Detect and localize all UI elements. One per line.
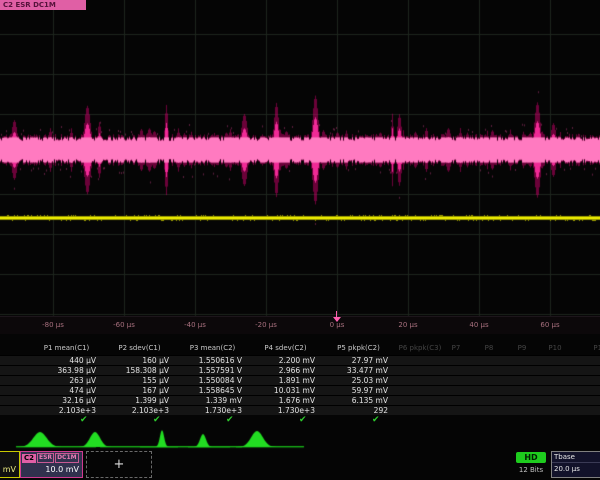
hd-bits-label: 12 Bits bbox=[512, 466, 550, 474]
c2-trace-label[interactable]: C2 ESR DC1M bbox=[0, 0, 86, 10]
measure-row: 363.98 µV158.308 µV1.557591 V2.966 mV33.… bbox=[0, 365, 600, 375]
add-channel-button[interactable]: + bbox=[86, 451, 152, 478]
timebase-descriptor[interactable]: Tbase 20.0 µs bbox=[551, 451, 600, 478]
c2-coupling-badge: DC1M bbox=[55, 453, 79, 463]
axis-tick-label: 20 µs bbox=[398, 321, 417, 329]
measure-column-header-dim[interactable]: P6 pkpk(C3) bbox=[399, 344, 442, 352]
measure-value: 292 bbox=[322, 406, 388, 416]
measure-column-header[interactable]: P4 sdev(C2) bbox=[249, 344, 322, 353]
timebase-title: Tbase bbox=[552, 452, 600, 463]
c2-channel-badge: C2 bbox=[22, 454, 36, 463]
status-check-icon: ✔ bbox=[153, 415, 161, 425]
axis-tick-label: -60 µs bbox=[113, 321, 135, 329]
axis-tick-label: -40 µs bbox=[184, 321, 206, 329]
measure-column-header-dim[interactable]: P10 bbox=[548, 344, 561, 352]
measure-row: 440 µV160 µV1.550616 V2.200 mV27.97 mV bbox=[0, 355, 600, 365]
measure-column-header[interactable]: P1 mean(C1) bbox=[30, 344, 103, 353]
c2-esr-badge: ESR bbox=[37, 453, 54, 463]
axis-tick-label: -80 µs bbox=[42, 321, 64, 329]
measure-row: 2.103e+3 2.103e+3 1.730e+3 1.730e+3 292 bbox=[0, 405, 600, 415]
measure-value: 1.730e+3 bbox=[249, 406, 315, 416]
axis-tick-label: 40 µs bbox=[469, 321, 488, 329]
measure-column-header[interactable]: P3 mean(C2) bbox=[176, 344, 249, 353]
measure-table: ✔✔✔✔✔ P1 mean(C1)P2 sdev(C1)P3 mean(C2)P… bbox=[0, 342, 600, 428]
measure-row: 263 µV155 µV1.550084 V1.891 mV25.03 mV bbox=[0, 375, 600, 385]
measure-column-header-dim[interactable]: P9 bbox=[518, 344, 527, 352]
measure-column-header-dim[interactable]: P11 bbox=[593, 344, 600, 352]
measure-value: 2.103e+3 bbox=[103, 406, 169, 416]
status-check-icon: ✔ bbox=[80, 415, 88, 425]
plus-icon: + bbox=[114, 457, 125, 472]
measure-column-header[interactable]: P5 pkpk(C2) bbox=[322, 344, 395, 353]
c2-scale-value: 10.0 mV bbox=[21, 463, 82, 474]
measure-column-header-dim[interactable]: P8 bbox=[485, 344, 494, 352]
c1-scale-value: 10.0 mV bbox=[0, 463, 19, 474]
axis-tick-label: -20 µs bbox=[255, 321, 277, 329]
status-check-icon: ✔ bbox=[299, 415, 307, 425]
axis-tick-label: 60 µs bbox=[540, 321, 559, 329]
c1-descriptor[interactable]: C1 DC1M 10.0 mV bbox=[0, 451, 20, 478]
measure-row: 32.16 µV1.399 µV1.339 mV1.676 mV6.135 mV bbox=[0, 395, 600, 405]
measure-value: 1.730e+3 bbox=[176, 406, 242, 416]
hd-mode-badge[interactable]: HD bbox=[516, 452, 546, 463]
measure-column-header-dim[interactable]: P7 bbox=[452, 344, 461, 352]
status-check-icon: ✔ bbox=[372, 415, 380, 425]
axis-tick-label: 0 µs bbox=[330, 321, 345, 329]
measure-column-header[interactable]: P2 sdev(C1) bbox=[103, 344, 176, 353]
trigger-down-arrow-icon bbox=[333, 317, 341, 322]
measure-row: 474 µV167 µV1.558645 V10.031 mV59.97 mV bbox=[0, 385, 600, 395]
measure-status-row: ✔ ✔ ✔ ✔ ✔ bbox=[0, 415, 600, 427]
c2-descriptor[interactable]: C2 ESR DC1M 10.0 mV bbox=[20, 451, 83, 478]
oscilloscope-screen: C2 ESR DC1M -100 µs-80 µs-60 µs-40 µs-20… bbox=[0, 0, 600, 480]
time-axis: -100 µs-80 µs-60 µs-40 µs-20 µs0 µs20 µs… bbox=[0, 316, 600, 334]
timebase-value: 20.0 µs bbox=[552, 463, 600, 475]
status-check-icon: ✔ bbox=[226, 415, 234, 425]
measure-value: 2.103e+3 bbox=[30, 406, 96, 416]
